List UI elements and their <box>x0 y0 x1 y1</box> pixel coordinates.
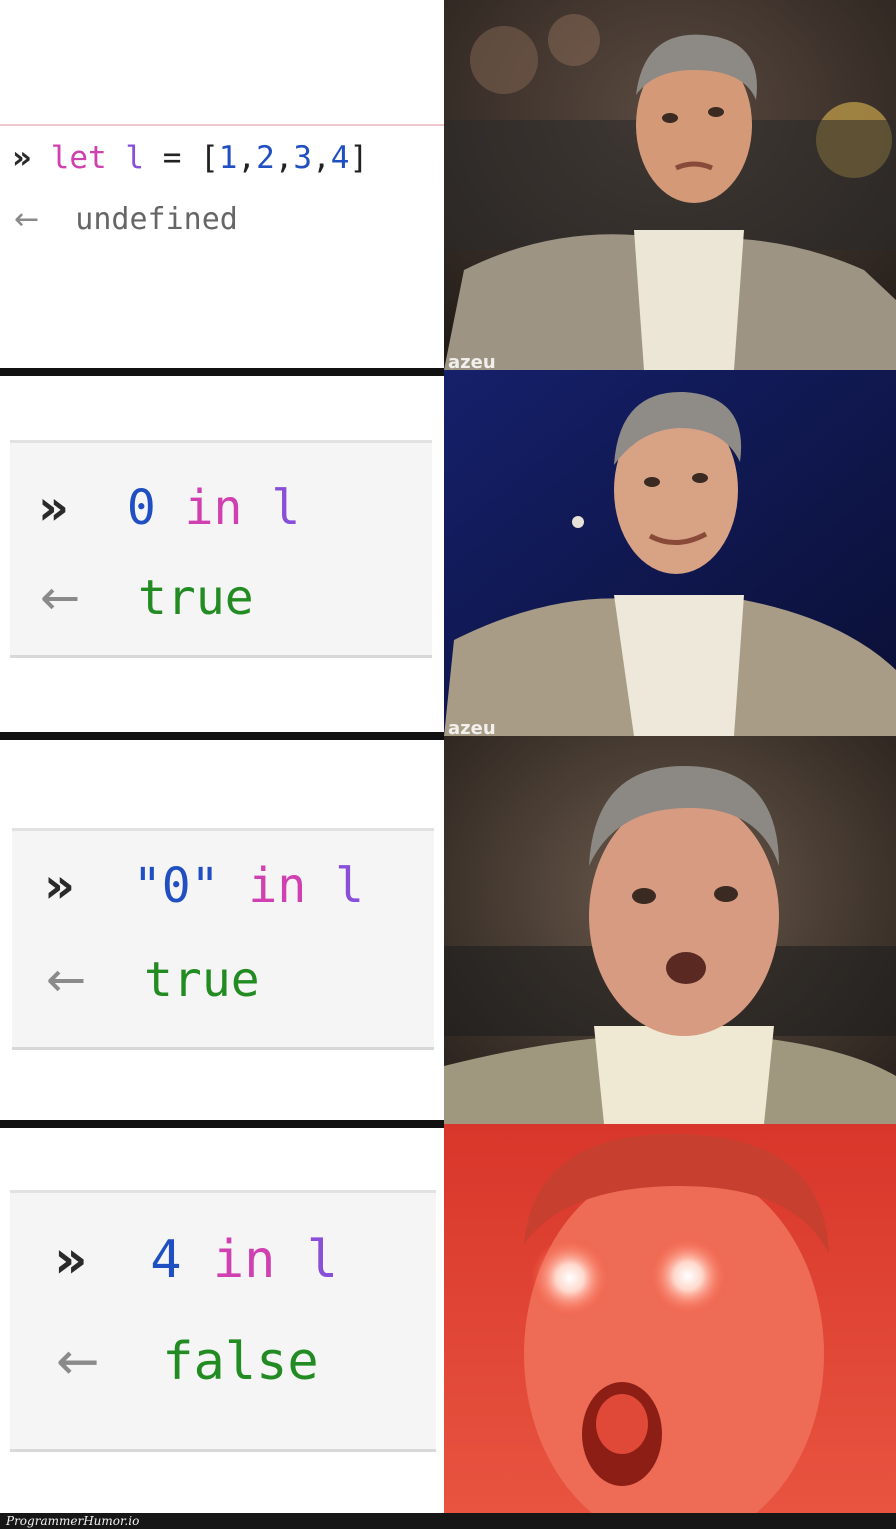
string-0: "0" <box>132 858 220 914</box>
result-arrow-icon: ← <box>40 570 81 626</box>
result-arrow-icon: ← <box>46 952 87 1008</box>
reaction-photo-3 <box>444 736 896 1124</box>
result-value: undefined <box>75 202 238 237</box>
bracket-close: ] <box>349 140 369 176</box>
identifier-l: l <box>125 140 145 176</box>
panel-top-border <box>12 828 434 831</box>
result-arrow-icon: ← <box>56 1332 100 1392</box>
keyword-in: in <box>248 858 307 914</box>
reaction-photo-4 <box>444 1124 896 1513</box>
panel-bottom-border <box>10 655 432 658</box>
console-output-line: ← true <box>40 570 254 626</box>
number-4: 4 <box>150 1230 182 1290</box>
reaction-photo-2: azeu <box>444 370 896 736</box>
console-panel-4: » 4 in l ← false <box>10 1190 436 1452</box>
prompt-chevron-icon: » <box>12 140 33 176</box>
footer-watermark-bar: ProgrammerHumor.io <box>0 1513 896 1529</box>
prompt-chevron-icon: » <box>44 858 76 914</box>
console-input-line: » 4 in l <box>54 1230 338 1290</box>
prompt-chevron-icon: » <box>38 480 70 536</box>
result-value: true <box>144 952 260 1008</box>
identifier-l: l <box>271 480 301 536</box>
site-watermark: ProgrammerHumor.io <box>6 1514 140 1528</box>
photo-watermark: azeu <box>448 352 496 370</box>
console-panel-2: » 0 in l ← true <box>10 440 432 658</box>
console-output-line: ← false <box>56 1332 319 1392</box>
comma: , <box>274 140 294 176</box>
panel-divider <box>0 368 444 376</box>
panel-divider <box>0 1120 444 1128</box>
comma: , <box>237 140 257 176</box>
panel-bottom-border <box>12 1047 434 1050</box>
result-value: false <box>162 1332 319 1392</box>
operator-equals: = <box>162 140 182 176</box>
keyword-let: let <box>50 140 107 176</box>
console-panel-3: » "0" in l ← true <box>12 828 434 1050</box>
console-output-line: ← true <box>46 952 260 1008</box>
panel-top-border <box>10 440 432 443</box>
photo-watermark: azeu <box>448 718 496 736</box>
console-input-line: » 0 in l <box>38 480 300 536</box>
number-3: 3 <box>293 140 313 176</box>
number-4: 4 <box>330 140 350 176</box>
panel-top-border <box>10 1190 436 1193</box>
identifier-l: l <box>306 1230 339 1290</box>
result-arrow-icon: ← <box>14 202 40 237</box>
number-0: 0 <box>126 480 156 536</box>
reaction-photo-column: azeu azeu <box>444 0 896 1513</box>
identifier-l: l <box>335 858 365 914</box>
panel-bottom-border <box>10 1449 436 1452</box>
console-panel-1: » let l = [ 1 , 2 , 3 , 4 ] ← undefined <box>0 124 444 248</box>
reaction-photo-1: azeu <box>444 0 896 370</box>
console-input-line: » "0" in l <box>44 858 364 914</box>
result-value: true <box>138 570 254 626</box>
keyword-in: in <box>184 480 243 536</box>
number-1: 1 <box>218 140 238 176</box>
comma: , <box>312 140 331 176</box>
panel-divider <box>0 732 444 740</box>
number-2: 2 <box>256 140 275 176</box>
console-column: » let l = [ 1 , 2 , 3 , 4 ] ← undefined <box>0 0 444 1513</box>
console-input-line: » let l = [ 1 , 2 , 3 , 4 ] <box>12 140 368 176</box>
bracket-open: [ <box>200 140 219 176</box>
console-output-line: ← undefined <box>14 202 238 237</box>
keyword-in: in <box>212 1230 276 1290</box>
prompt-chevron-icon: » <box>54 1230 88 1290</box>
